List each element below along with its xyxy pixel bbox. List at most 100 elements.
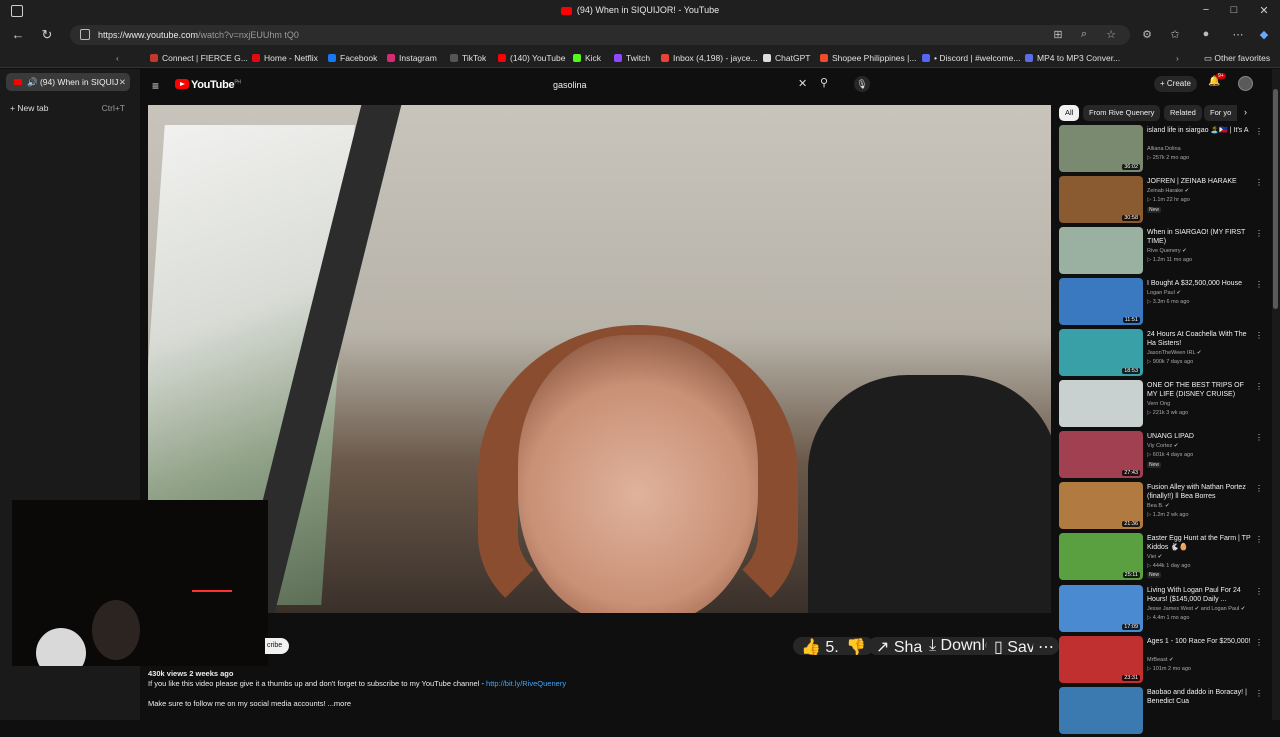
clear-search-icon[interactable]: ✕ bbox=[798, 77, 807, 90]
bookmarks-scroll-left-icon[interactable]: ‹ bbox=[116, 53, 119, 63]
list-item[interactable]: ONE OF THE BEST TRIPS OF MY LIFE (DISNEY… bbox=[1059, 380, 1263, 430]
copilot-icon[interactable]: ◆ bbox=[1256, 28, 1272, 41]
more-options-icon[interactable]: ⋮ bbox=[1255, 484, 1263, 493]
video-title[interactable]: UNANG LIPAD bbox=[1147, 432, 1251, 441]
video-thumbnail[interactable]: 23:31 bbox=[1059, 636, 1143, 683]
more-options-icon[interactable]: ⋮ bbox=[1255, 638, 1263, 647]
bookmark-item[interactable]: Instagram bbox=[387, 53, 437, 63]
bookmark-item[interactable]: Twitch bbox=[614, 53, 650, 63]
video-title[interactable]: When in SIARGAO! (MY FIRST TIME) bbox=[1147, 228, 1251, 246]
notifications-bell-icon[interactable]: 🔔 9+ bbox=[1208, 73, 1226, 87]
video-title[interactable]: Living With Logan Paul For 24 Hours! ($1… bbox=[1147, 586, 1251, 604]
chevron-right-icon[interactable]: › bbox=[1244, 107, 1247, 117]
list-item[interactable]: 23:31 Ages 1 - 100 Race For $250,000! MrBe… bbox=[1059, 636, 1263, 686]
search-icon[interactable]: ⚲ bbox=[820, 76, 828, 89]
channel-link[interactable]: http://bit.ly/RiveQuenery bbox=[486, 679, 566, 688]
chip-from-channel[interactable]: From Rive Quenery bbox=[1083, 105, 1161, 121]
video-thumbnail[interactable]: 17:09 bbox=[1059, 585, 1143, 632]
bookmark-item[interactable]: Home - Netflix bbox=[252, 53, 318, 63]
channel-name[interactable]: Alliana Dolina bbox=[1147, 146, 1251, 152]
list-item[interactable]: 21:36 Fusion Alley with Nathan Portez (fi… bbox=[1059, 482, 1263, 532]
video-thumbnail[interactable] bbox=[1059, 687, 1143, 734]
bookmark-item[interactable]: (140) YouTube bbox=[498, 53, 565, 63]
minimize-button[interactable]: − bbox=[1196, 4, 1216, 16]
more-options-icon[interactable]: ⋮ bbox=[1255, 331, 1263, 340]
bookmark-item[interactable]: Shopee Philippines |... bbox=[820, 53, 916, 63]
video-title[interactable]: Fusion Alley with Nathan Portez (finally… bbox=[1147, 483, 1251, 501]
refresh-icon[interactable]: ↻ bbox=[38, 27, 56, 43]
bookmark-item[interactable]: • Discord | #welcome... bbox=[922, 53, 1020, 63]
more-options-icon[interactable]: ⋮ bbox=[1255, 178, 1263, 187]
channel-name[interactable]: JasonTheWeen IRL ✔ bbox=[1147, 350, 1251, 356]
bookmark-item[interactable]: Inbox (4,198) - jayce... bbox=[661, 53, 758, 63]
hamburger-menu-icon[interactable]: ≡ bbox=[152, 79, 159, 93]
tab-active[interactable]: 🔊 (94) When in SIQUIJ ✕ bbox=[6, 73, 130, 91]
channel-name[interactable]: Jesse James West ✔ and Logan Paul ✔ bbox=[1147, 606, 1251, 612]
back-icon[interactable]: ← bbox=[9, 27, 27, 42]
more-options-icon[interactable]: ⋮ bbox=[1255, 229, 1263, 238]
video-title[interactable]: ONE OF THE BEST TRIPS OF MY LIFE (DISNEY… bbox=[1147, 381, 1251, 399]
microphone-icon[interactable]: 🎙 bbox=[854, 76, 870, 92]
video-title[interactable]: Baobao and daddo in Boracay! | Benedict … bbox=[1147, 688, 1251, 706]
video-title[interactable]: Ages 1 - 100 Race For $250,000! bbox=[1147, 637, 1251, 646]
url-input[interactable]: https://www.youtube.com/watch?v=nxjEUUhm… bbox=[70, 25, 1130, 45]
video-thumbnail[interactable]: 18:53 bbox=[1059, 329, 1143, 376]
more-options-icon[interactable]: ⋮ bbox=[1255, 689, 1263, 698]
video-thumbnail[interactable]: 25:11 bbox=[1059, 533, 1143, 580]
bookmark-item[interactable]: Connect | FIERCE G... bbox=[150, 53, 248, 63]
bookmark-item[interactable]: TikTok bbox=[450, 53, 486, 63]
list-item[interactable]: 30:58 JOFREN | ZEINAB HARAKE Zeinab Harake… bbox=[1059, 176, 1263, 226]
avatar[interactable] bbox=[1238, 76, 1253, 91]
list-item[interactable]: 11:51 I Bought A $32,500,000 House Logan P… bbox=[1059, 278, 1263, 328]
close-tab-icon[interactable]: ✕ bbox=[119, 73, 126, 91]
video-title[interactable]: island life in siargao 🏝️🇵🇭 | It's A bbox=[1147, 126, 1251, 135]
channel-name[interactable]: Rive Quenery ✔ bbox=[1147, 248, 1251, 254]
video-title[interactable]: Easter Egg Hunt at the Farm | TP Kiddos … bbox=[1147, 534, 1251, 552]
channel-name[interactable]: MrBeast ✔ bbox=[1147, 657, 1251, 663]
profile-icon[interactable]: ● bbox=[1198, 28, 1214, 40]
youtube-logo[interactable]: YouTubePH bbox=[175, 79, 241, 91]
video-thumbnail[interactable]: 27:43 bbox=[1059, 431, 1143, 478]
subscribe-button[interactable]: cribe bbox=[265, 638, 289, 654]
bookmark-item[interactable]: MP4 to MP3 Conver... bbox=[1025, 53, 1120, 63]
chip-for-you[interactable]: For yo bbox=[1204, 105, 1238, 121]
more-options-icon[interactable]: ⋮ bbox=[1255, 587, 1263, 596]
more-options-icon[interactable]: ⋮ bbox=[1255, 433, 1263, 442]
create-button[interactable]: + Create bbox=[1154, 76, 1197, 92]
more-options-icon[interactable]: ⋮ bbox=[1255, 127, 1263, 136]
channel-name[interactable]: Viei ✔ bbox=[1147, 554, 1251, 560]
favorite-star-icon[interactable]: ☆ bbox=[1103, 28, 1119, 41]
chip-related[interactable]: Related bbox=[1164, 105, 1202, 121]
list-item[interactable]: Baobao and daddo in Boracay! | Benedict … bbox=[1059, 687, 1263, 737]
video-description[interactable]: 430k views 2 weeks ago If you like this … bbox=[148, 669, 1051, 709]
collections-icon[interactable]: ✩ bbox=[1167, 28, 1183, 41]
bookmark-item[interactable]: ChatGPT bbox=[763, 53, 810, 63]
list-item[interactable]: When in SIARGAO! (MY FIRST TIME) Rive Que… bbox=[1059, 227, 1263, 277]
chip-all[interactable]: All bbox=[1059, 105, 1080, 121]
bookmark-item[interactable]: Kick bbox=[573, 53, 601, 63]
more-options-icon[interactable]: ⋮ bbox=[1255, 535, 1263, 544]
more-options-icon[interactable]: ⋮ bbox=[1255, 280, 1263, 289]
maximize-button[interactable]: □ bbox=[1224, 4, 1244, 16]
video-thumbnail[interactable]: 11:51 bbox=[1059, 278, 1143, 325]
bookmark-item[interactable]: Facebook bbox=[328, 53, 377, 63]
video-thumbnail[interactable]: 30:58 bbox=[1059, 176, 1143, 223]
video-thumbnail[interactable] bbox=[1059, 227, 1143, 274]
more-options-icon[interactable]: ⋮ bbox=[1255, 382, 1263, 391]
other-favorites[interactable]: ▭ Other favorites bbox=[1204, 53, 1270, 64]
video-thumbnail[interactable] bbox=[1059, 380, 1143, 427]
close-window-button[interactable]: ✕ bbox=[1254, 4, 1274, 17]
list-item[interactable]: 27:43 UNANG LIPAD Viy Cortez ✔ ▷ 601k 4 day… bbox=[1059, 431, 1263, 481]
channel-name[interactable]: Bea B. ✔ bbox=[1147, 503, 1251, 509]
list-item[interactable]: 25:11 Easter Egg Hunt at the Farm | TP Ki… bbox=[1059, 533, 1263, 583]
video-title[interactable]: JOFREN | ZEINAB HARAKE bbox=[1147, 177, 1251, 186]
video-player[interactable] bbox=[148, 105, 1051, 613]
show-more-link[interactable]: ...more bbox=[328, 699, 351, 708]
video-title[interactable]: 24 Hours At Coachella With The Ha Sister… bbox=[1147, 330, 1251, 348]
scrollbar-thumb[interactable] bbox=[1273, 89, 1278, 309]
channel-name[interactable]: Logan Paul ✔ bbox=[1147, 290, 1251, 296]
page-scrollbar[interactable] bbox=[1272, 69, 1280, 720]
video-thumbnail[interactable]: 21:36 bbox=[1059, 482, 1143, 529]
video-thumbnail[interactable]: 36:02 bbox=[1059, 125, 1143, 172]
video-title[interactable]: I Bought A $32,500,000 House bbox=[1147, 279, 1251, 288]
